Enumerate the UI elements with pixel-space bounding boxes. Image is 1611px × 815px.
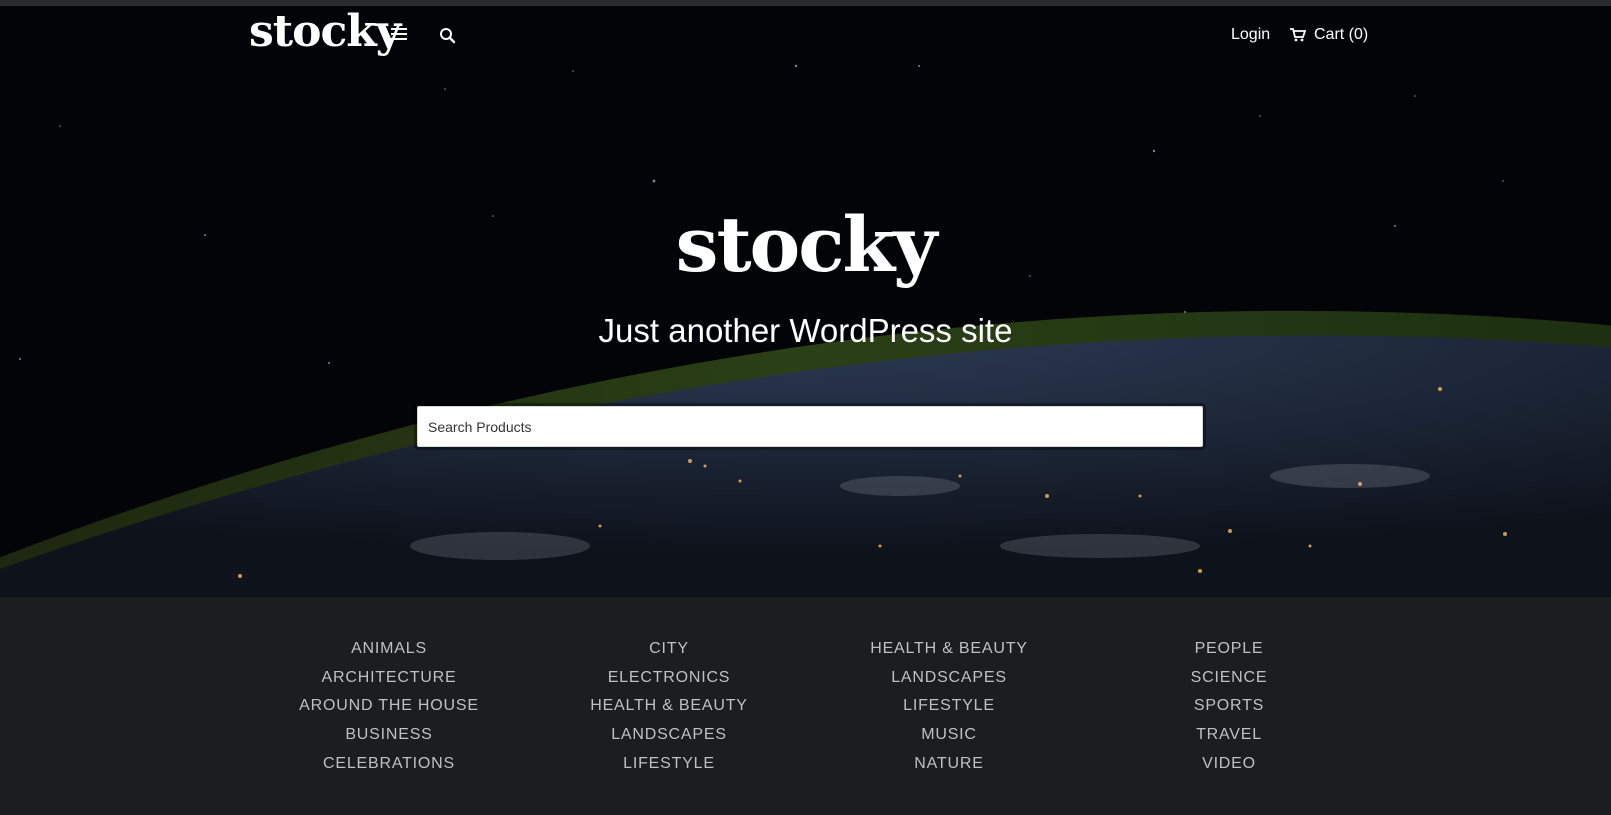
site-logo[interactable]: stocky (249, 10, 401, 54)
category-link[interactable]: MUSIC (809, 726, 1089, 755)
category-link[interactable]: BUSINESS (249, 726, 529, 755)
category-link[interactable]: PEOPLE (1089, 640, 1369, 669)
category-link[interactable]: SCIENCE (1089, 669, 1369, 698)
cart-label: Cart (0) (1314, 26, 1369, 43)
search-icon[interactable] (438, 26, 458, 46)
category-link[interactable]: TRAVEL (1089, 726, 1369, 755)
category-link[interactable]: ANIMALS (249, 640, 529, 669)
category-link[interactable]: LIFESTYLE (529, 755, 809, 784)
category-link[interactable]: CELEBRATIONS (249, 755, 529, 784)
category-link[interactable]: CITY (529, 640, 809, 669)
category-link[interactable]: NATURE (809, 755, 1089, 784)
hero-banner (0, 6, 1611, 597)
category-link[interactable]: VIDEO (1089, 755, 1369, 784)
product-search-input[interactable] (417, 406, 1203, 447)
category-link[interactable]: HEALTH & BEAUTY (529, 697, 809, 726)
category-column-4: PEOPLE SCIENCE SPORTS TRAVEL VIDEO (1089, 640, 1369, 783)
cart-link[interactable]: Cart (0) (1290, 26, 1368, 44)
category-link[interactable]: LANDSCAPES (809, 669, 1089, 698)
category-footer: ANIMALS ARCHITECTURE AROUND THE HOUSE BU… (0, 597, 1611, 815)
login-link[interactable]: Login (1231, 26, 1270, 44)
category-link[interactable]: AROUND THE HOUSE (249, 697, 529, 726)
hamburger-menu-icon[interactable] (391, 28, 407, 42)
category-link[interactable]: LIFESTYLE (809, 697, 1089, 726)
hero-tagline: Just another WordPress site (598, 312, 1013, 349)
category-link[interactable]: ELECTRONICS (529, 669, 809, 698)
earth-from-space-background (0, 6, 1611, 597)
category-column-3: HEALTH & BEAUTY LANDSCAPES LIFESTYLE MUS… (809, 640, 1089, 783)
site-header: stocky Login Cart (0) (0, 6, 1611, 66)
cart-icon (1290, 28, 1306, 42)
category-column-2: CITY ELECTRONICS HEALTH & BEAUTY LANDSCA… (529, 640, 809, 783)
category-link[interactable]: SPORTS (1089, 697, 1369, 726)
category-link[interactable]: HEALTH & BEAUTY (809, 640, 1089, 669)
category-link[interactable]: ARCHITECTURE (249, 669, 529, 698)
category-column-1: ANIMALS ARCHITECTURE AROUND THE HOUSE BU… (249, 640, 529, 783)
category-link[interactable]: LANDSCAPES (529, 726, 809, 755)
hero-title: stocky (675, 200, 938, 289)
